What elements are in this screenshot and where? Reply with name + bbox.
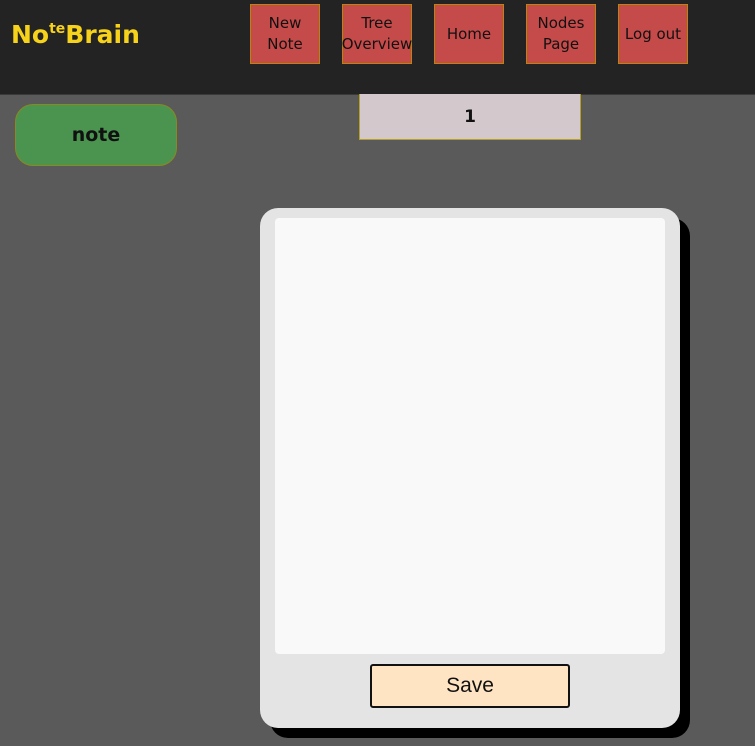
new-note-button[interactable]: New Note xyxy=(250,4,320,64)
nodes-page-label-line2: Page xyxy=(542,35,580,53)
brand-logo: NoteBrain xyxy=(11,19,140,51)
new-note-label-line1: New xyxy=(268,14,302,32)
brand-superscript: te xyxy=(49,21,66,37)
new-note-label-line2: Note xyxy=(267,35,303,53)
nodes-page-label-line1: Nodes xyxy=(537,14,585,32)
note-body-textarea[interactable] xyxy=(275,218,665,654)
top-nav-bar: NoteBrain New Note Tree Overview Home No… xyxy=(0,0,755,95)
nodes-page-button[interactable]: Nodes Page xyxy=(526,4,596,64)
log-out-button[interactable]: Log out xyxy=(618,4,688,64)
note-tag-label: note xyxy=(71,124,121,146)
save-button[interactable]: Save xyxy=(370,664,570,708)
tree-overview-button[interactable]: Tree Overview xyxy=(342,4,412,64)
log-out-label: Log out xyxy=(624,24,682,43)
tree-overview-label-line2: Overview xyxy=(341,35,413,53)
brand-prefix: No xyxy=(11,20,50,49)
brand-suffix: Brain xyxy=(65,20,140,49)
save-button-label: Save xyxy=(446,674,494,697)
home-label: Home xyxy=(446,24,492,43)
editor-card: Save xyxy=(260,208,680,728)
tree-overview-label-line1: Tree xyxy=(361,14,393,32)
note-title-field[interactable]: 1 xyxy=(359,94,581,140)
home-button[interactable]: Home xyxy=(434,4,504,64)
note-tag-button[interactable]: note xyxy=(15,104,177,166)
